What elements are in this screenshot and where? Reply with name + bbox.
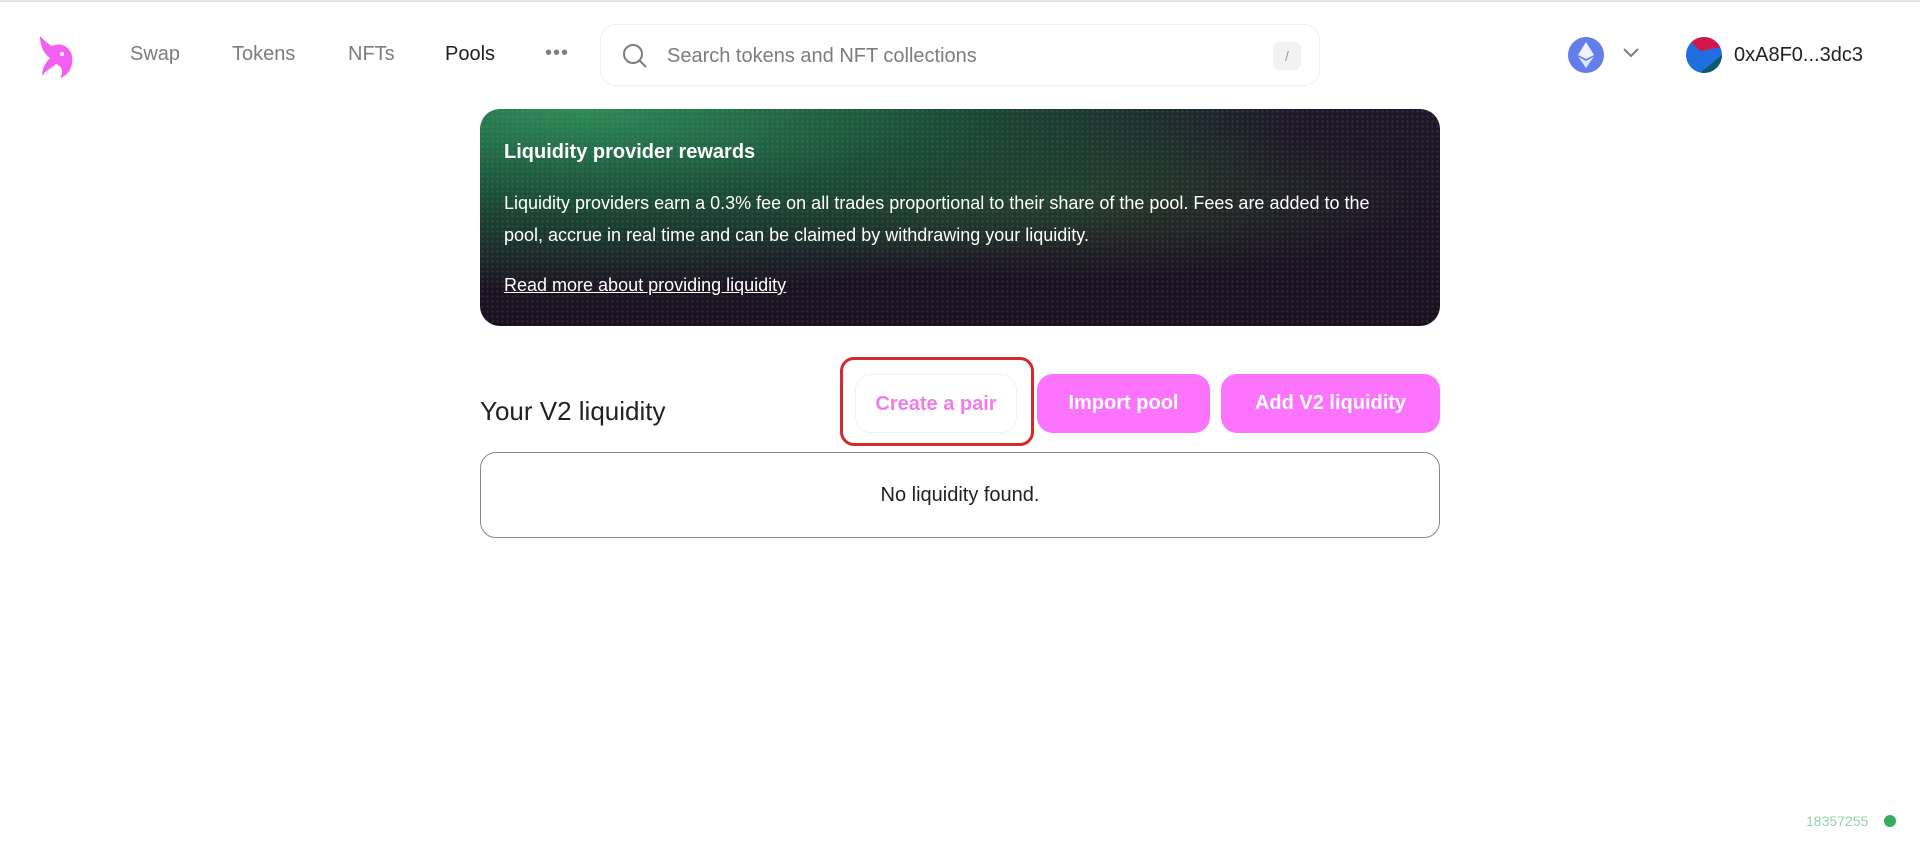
banner-title: Liquidity provider rewards	[504, 141, 756, 163]
import-pool-button[interactable]: Import pool	[1037, 374, 1210, 433]
empty-liquidity-panel: No liquidity found.	[480, 452, 1440, 538]
read-more-link[interactable]: Read more about providing liquidity	[504, 275, 786, 296]
empty-message: No liquidity found.	[880, 484, 1040, 506]
lp-rewards-banner: Liquidity provider rewards Liquidity pro…	[480, 109, 1440, 326]
nav-swap[interactable]: Swap	[130, 43, 180, 66]
ethereum-network-icon[interactable]	[1568, 37, 1604, 73]
top-border	[0, 0, 1920, 2]
avatar	[1686, 37, 1722, 73]
search-shortcut-hint: /	[1273, 42, 1301, 70]
uniswap-logo-icon[interactable]	[30, 32, 78, 82]
highlight-box	[840, 357, 1034, 446]
more-menu-button[interactable]: •••	[545, 42, 569, 65]
nav-tokens[interactable]: Tokens	[232, 43, 295, 66]
account-address: 0xA8F0...3dc3	[1734, 43, 1863, 66]
section-title: Your V2 liquidity	[480, 396, 666, 426]
nav-nfts[interactable]: NFTs	[348, 43, 395, 66]
account-button[interactable]: 0xA8F0...3dc3	[1686, 37, 1863, 73]
search-input[interactable]	[667, 41, 1227, 71]
status-dot-icon	[1884, 815, 1896, 827]
add-v2-liquidity-button[interactable]: Add V2 liquidity	[1221, 374, 1440, 433]
chevron-down-icon[interactable]	[1622, 47, 1640, 59]
search-bar[interactable]: /	[600, 24, 1320, 86]
search-icon	[623, 44, 647, 68]
block-number[interactable]: 18357255	[1806, 813, 1868, 829]
banner-body: Liquidity providers earn a 0.3% fee on a…	[504, 193, 1370, 245]
nav-pools[interactable]: Pools	[445, 43, 495, 66]
